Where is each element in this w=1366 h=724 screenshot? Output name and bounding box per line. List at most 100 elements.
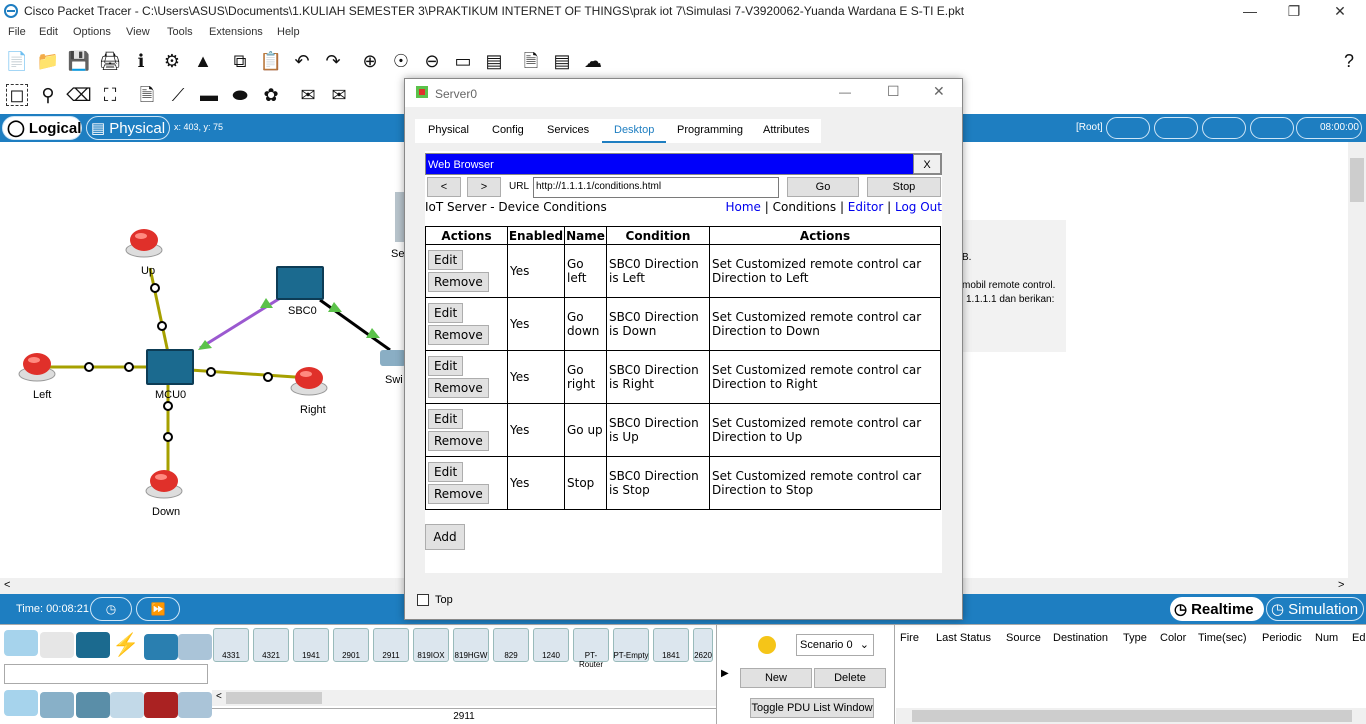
search-icon[interactable]: ⚲ [37, 84, 59, 106]
components-icon[interactable] [76, 632, 110, 658]
dialog-close-button[interactable]: ✕ [933, 83, 945, 100]
remove-button[interactable]: Remove [428, 378, 489, 398]
new-file-icon[interactable]: 📄 [6, 50, 28, 72]
routers-icon[interactable] [4, 690, 38, 716]
close-button[interactable]: ✕ [1318, 0, 1362, 22]
add-condition-button[interactable]: Add [425, 524, 465, 550]
tab-attributes[interactable]: Attributes [763, 124, 809, 136]
copy-icon[interactable]: ⧉ [229, 50, 251, 72]
background-image-icon[interactable] [1250, 117, 1294, 139]
complex-pdu-icon[interactable]: ✉ [328, 84, 350, 106]
minimize-button[interactable]: — [1228, 0, 1272, 22]
tab-physical[interactable]: Physical [428, 124, 469, 136]
server-icon[interactable]: ▤ [551, 50, 573, 72]
cloud-window-icon[interactable]: ☁ [582, 50, 604, 72]
web-browser-close-button[interactable]: X [913, 154, 941, 174]
custom-devices-icon[interactable]: ▤ [483, 50, 505, 72]
tab-programming[interactable]: Programming [677, 124, 743, 136]
freeform-icon[interactable]: ✿ [260, 84, 282, 106]
dialog-minimize-button[interactable]: — [839, 85, 851, 99]
fast-forward-icon[interactable]: ⏩ [136, 597, 180, 621]
physical-mode-button[interactable]: ▤ Physical [86, 116, 170, 140]
undo-icon[interactable]: ↶ [291, 50, 313, 72]
tab-config[interactable]: Config [492, 124, 524, 136]
end-devices-icon[interactable] [40, 632, 74, 658]
scroll-right-icon[interactable]: > [1338, 579, 1344, 591]
scroll-left-icon[interactable]: < [4, 579, 10, 591]
forward-button[interactable]: > [467, 177, 501, 197]
tab-services[interactable]: Services [547, 124, 589, 136]
remove-button[interactable]: Remove [428, 325, 489, 345]
resize-icon[interactable]: ⛶ [99, 84, 121, 106]
top-checkbox[interactable] [417, 594, 429, 606]
dialog-maximize-button[interactable]: ☐ [887, 83, 900, 100]
logical-mode-button[interactable]: ◯ Logical [2, 116, 82, 140]
device-scroll-thumb[interactable] [226, 692, 322, 704]
menu-tools[interactable]: Tools [167, 26, 193, 38]
scroll-left-icon[interactable]: < [216, 691, 222, 702]
zoom-reset-icon[interactable]: ☉ [390, 50, 412, 72]
redo-icon[interactable]: ↷ [322, 50, 344, 72]
menu-help[interactable]: Help [277, 26, 300, 38]
sbc-board-icon[interactable] [276, 266, 324, 300]
move-object-icon[interactable] [1202, 117, 1246, 139]
line-icon[interactable]: ⟋ [167, 84, 189, 106]
menu-view[interactable]: View [126, 26, 150, 38]
logout-link[interactable]: Log Out [895, 200, 942, 214]
up-button-icon[interactable] [125, 226, 163, 258]
maximize-button[interactable]: ❐ [1272, 0, 1316, 22]
switches-icon[interactable] [40, 692, 74, 718]
delete-icon[interactable]: ⌫ [66, 84, 91, 106]
hubs-icon[interactable] [76, 692, 110, 718]
connections-icon[interactable]: ⚡ [112, 632, 139, 658]
menu-file[interactable]: File [8, 26, 26, 38]
print-icon[interactable]: 🖨 [99, 50, 122, 72]
menu-options[interactable]: Options [73, 26, 111, 38]
security-icon[interactable] [144, 692, 178, 718]
scenario-select[interactable]: Scenario 0 ⌄ [796, 634, 874, 656]
delete-scenario-button[interactable]: Delete [814, 668, 886, 688]
activity-wizard-icon[interactable]: ▲ [192, 50, 214, 72]
note-icon[interactable]: 🗎 [136, 84, 158, 106]
network-devices-icon[interactable] [4, 630, 38, 656]
simulation-button[interactable]: ◷ Simulation [1266, 597, 1364, 621]
help-icon[interactable]: ? [1338, 50, 1360, 72]
power-cycle-icon[interactable]: ◷ [90, 597, 132, 621]
home-link[interactable]: Home [726, 200, 761, 214]
left-button-icon[interactable] [18, 350, 56, 382]
zoom-out-icon[interactable]: ⊖ [421, 50, 443, 72]
url-input[interactable]: http://1.1.1.1/conditions.html [533, 177, 779, 198]
wan-emulation-icon[interactable] [178, 692, 212, 718]
realtime-button[interactable]: ◷ Realtime [1170, 597, 1264, 621]
switch-icon[interactable] [380, 350, 406, 366]
paste-icon[interactable]: 📋 [260, 50, 282, 72]
tab-desktop[interactable]: Desktop [614, 124, 654, 136]
network-info-icon[interactable]: ⚙ [161, 50, 183, 72]
edit-button[interactable]: Edit [428, 409, 464, 429]
pdu-scroll-thumb[interactable] [912, 710, 1352, 722]
remove-button[interactable]: Remove [428, 484, 489, 504]
expand-arrow-icon[interactable]: ▶ [721, 668, 729, 679]
editor-link[interactable]: Editor [848, 200, 884, 214]
select-icon[interactable]: ◻ [6, 84, 28, 106]
go-button[interactable]: Go [787, 177, 859, 197]
document-icon[interactable]: 🗎 [520, 50, 542, 72]
save-icon[interactable]: 💾 [68, 50, 90, 72]
stop-button[interactable]: Stop [867, 177, 941, 197]
workspace-vertical-scrollbar[interactable] [1348, 142, 1366, 578]
wireless-icon[interactable] [110, 692, 144, 718]
ellipse-icon[interactable]: ⬬ [229, 84, 251, 106]
remove-button[interactable]: Remove [428, 272, 489, 292]
pdu-scrollbar[interactable] [896, 708, 1366, 724]
menu-extensions[interactable]: Extensions [209, 26, 263, 38]
edit-button[interactable]: Edit [428, 356, 464, 376]
mcu-board-icon[interactable] [146, 349, 194, 385]
drawing-palette-icon[interactable]: ▭ [452, 50, 474, 72]
new-scenario-button[interactable]: New [740, 668, 812, 688]
vertical-scroll-thumb[interactable] [1350, 158, 1364, 202]
misc-icon[interactable] [144, 634, 178, 660]
info-icon[interactable]: ℹ [130, 50, 152, 72]
remove-button[interactable]: Remove [428, 431, 489, 451]
simple-pdu-icon[interactable]: ✉ [297, 84, 319, 106]
back-pill-icon[interactable] [1106, 117, 1150, 139]
